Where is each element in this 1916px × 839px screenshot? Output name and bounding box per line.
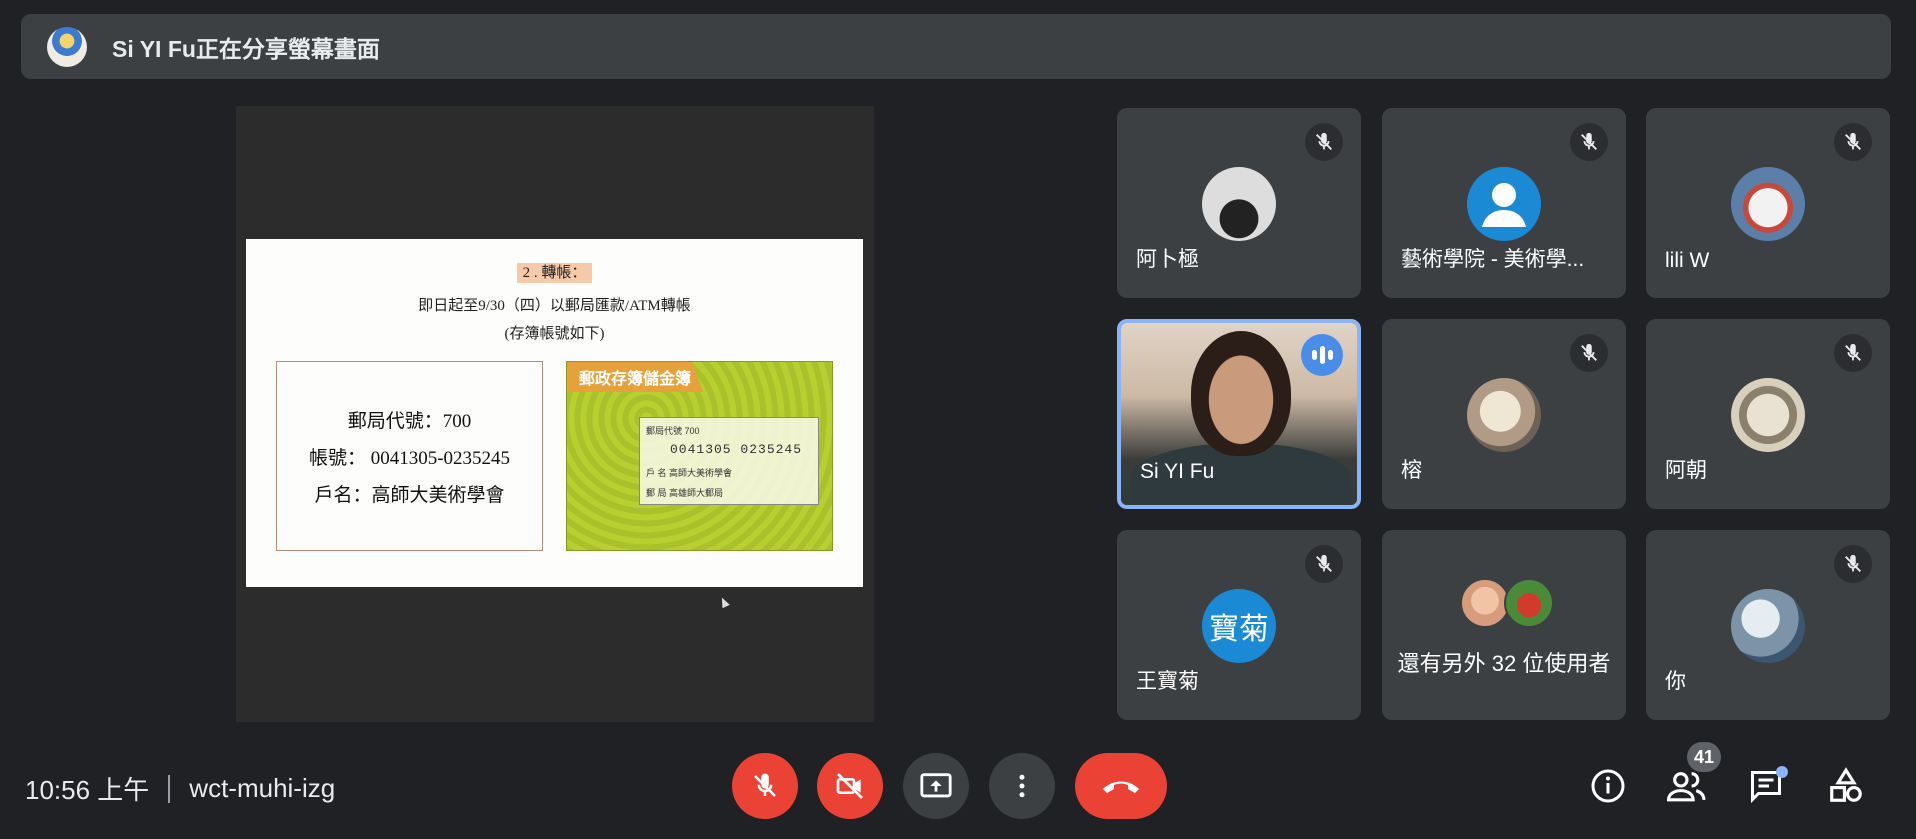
more-participants-avatars (1460, 578, 1556, 630)
divider (168, 774, 171, 803)
presenting-banner: Si YI Fu正在分享螢幕畫面 (21, 14, 1891, 79)
info-icon (1591, 769, 1625, 803)
unread-chat-dot (1776, 766, 1788, 778)
avatar (1460, 578, 1510, 628)
mic-off-icon (1834, 334, 1872, 372)
avatar (1467, 378, 1541, 452)
meeting-code: wct-muhi-izg (189, 773, 336, 803)
default-avatar-icon (1467, 167, 1541, 241)
more-vert-icon (1019, 774, 1025, 798)
participant-name: Si YI Fu (1140, 460, 1215, 483)
participant-tile[interactable]: 藝術學院 - 美術學... (1382, 108, 1626, 298)
account-name: 戶名：高師大美術學會 (314, 484, 505, 506)
post-code: 郵局代號：700 (347, 410, 472, 432)
avatar (1731, 589, 1805, 663)
passbook-row: 戶 名 高師大美術學會 (646, 468, 733, 478)
mic-off-icon (1834, 545, 1872, 583)
control-bar: 10:56 上午 wct-muhi-izg 41 (0, 740, 1916, 839)
slide-line-2: (存簿帳號如下) (504, 326, 605, 342)
avatar (1731, 378, 1805, 452)
passbook-card: 郵局代號 700 0041305 0235245 戶 名 高師大美術學會 郵 局… (639, 417, 819, 505)
participant-tile[interactable]: 榕 (1382, 319, 1626, 509)
slide-line-1: 即日起至9/30（四）以郵局匯款/ATM轉帳 (418, 298, 691, 314)
people-icon (1667, 772, 1706, 802)
more-participants-label: 還有另外 32 位使用者 (1397, 651, 1611, 676)
mic-off-icon (1305, 545, 1343, 583)
account-number: 帳號： 0041305-0235245 (308, 447, 511, 469)
leave-call-button[interactable] (1075, 753, 1167, 819)
video-person-face (1191, 331, 1291, 456)
passbook-title: 郵政存簿儲金簿 (567, 362, 704, 392)
passbook-row: 郵局代號 700 (646, 426, 700, 436)
slide-heading: 2 . 轉帳： (246, 261, 863, 283)
participant-name: 阿朝 (1665, 459, 1707, 482)
present-screen-button[interactable] (903, 753, 969, 819)
camera-toggle-button[interactable] (817, 753, 883, 819)
participant-name: 榕 (1401, 459, 1422, 482)
meeting-time: 10:56 上午 (25, 775, 150, 805)
avatar (1202, 167, 1276, 241)
passbook-numbers: 0041305 0235245 (670, 442, 803, 457)
avatar (1731, 167, 1805, 241)
initials-avatar: 寶菊 (1202, 589, 1276, 663)
participant-tile[interactable]: 阿卜極 (1117, 108, 1361, 298)
participant-name: lili W (1665, 249, 1710, 272)
avatar (1504, 578, 1554, 628)
participant-tile-self[interactable]: 你 (1646, 530, 1890, 720)
slide-heading-text: 2 . 轉帳： (516, 263, 593, 283)
participant-count-badge: 41 (1687, 742, 1721, 772)
mic-off-icon (754, 773, 776, 797)
present-screen-icon (920, 773, 952, 798)
call-end-icon (1103, 781, 1139, 793)
participant-name: 藝術學院 - 美術學... (1401, 248, 1585, 271)
more-participants-tile[interactable]: 還有另外 32 位使用者 (1382, 530, 1626, 720)
more-options-button[interactable] (989, 753, 1055, 819)
participant-tile[interactable]: 寶菊 王寶菊 (1117, 530, 1361, 720)
mic-toggle-button[interactable] (732, 753, 798, 819)
speaking-indicator-icon (1301, 334, 1343, 376)
mic-off-icon (1570, 123, 1608, 161)
presenter-avatar (47, 26, 87, 67)
passbook-photo: 郵政存簿儲金簿 郵局代號 700 0041305 0235245 戶 名 高師大… (566, 361, 833, 551)
activities-icon (1830, 767, 1862, 802)
participant-tile[interactable]: lili W (1646, 108, 1890, 298)
meeting-details: 10:56 上午 wct-muhi-izg (25, 770, 335, 807)
meeting-info-button[interactable] (1586, 764, 1630, 808)
mic-off-icon (1305, 123, 1343, 161)
participant-name: 王寶菊 (1136, 670, 1199, 693)
shared-screen[interactable]: 2 . 轉帳： 即日起至9/30（四）以郵局匯款/ATM轉帳 (存簿帳號如下) … (236, 106, 874, 722)
meet-window: Si YI Fu正在分享螢幕畫面 2 . 轉帳： 即日起至9/30（四）以郵局匯… (0, 0, 1916, 839)
presenting-text: Si YI Fu正在分享螢幕畫面 (112, 35, 380, 62)
mic-off-icon (1570, 334, 1608, 372)
passbook-row: 郵 局 高雄師大郵局 (646, 488, 724, 498)
mic-off-icon (1834, 123, 1872, 161)
activities-button[interactable] (1824, 764, 1868, 808)
participant-tile-active-speaker[interactable]: Si YI Fu (1117, 319, 1361, 509)
participant-tile[interactable]: 阿朝 (1646, 319, 1890, 509)
slide: 2 . 轉帳： 即日起至9/30（四）以郵局匯款/ATM轉帳 (存簿帳號如下) … (246, 239, 863, 587)
account-box: 郵局代號：700 帳號： 0041305-0235245 戶名：高師大美術學會 (276, 361, 543, 551)
videocam-off-icon (836, 773, 863, 799)
participant-name: 阿卜極 (1136, 248, 1199, 271)
participant-name: 你 (1665, 670, 1686, 693)
